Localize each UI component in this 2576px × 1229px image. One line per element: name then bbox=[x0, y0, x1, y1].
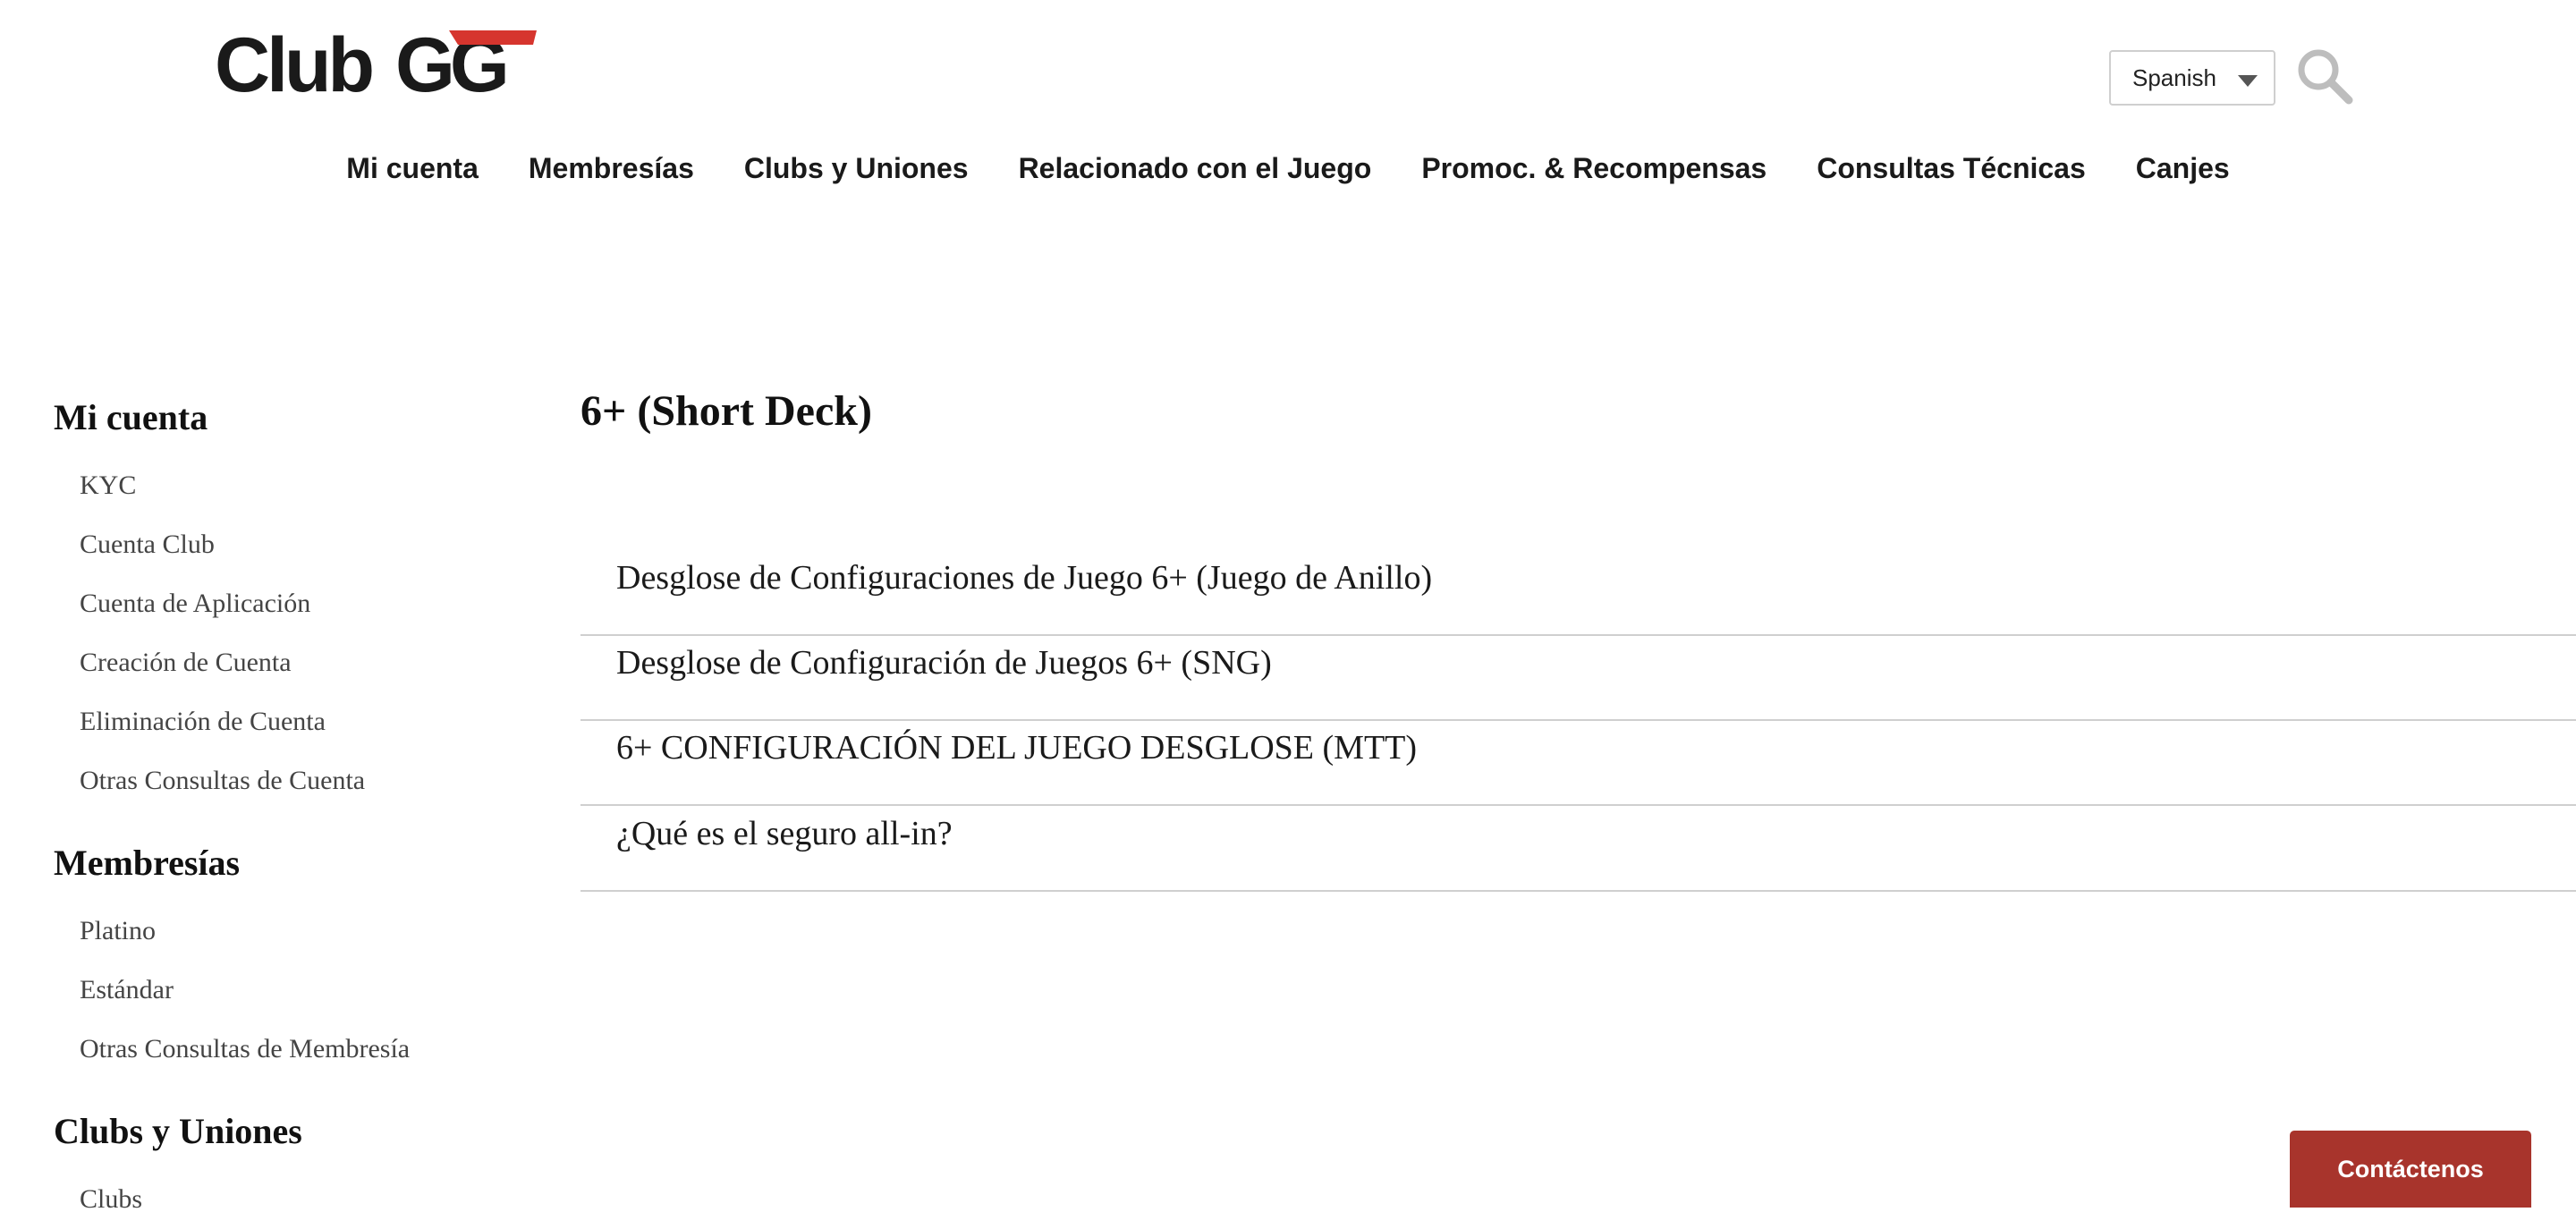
sidebar-section-title[interactable]: Clubs y Uniones bbox=[54, 1104, 519, 1159]
nav-item-clubs-y-uniones[interactable]: Clubs y Uniones bbox=[744, 148, 969, 188]
sidebar-item-kyc[interactable]: KYC bbox=[54, 456, 519, 515]
nav-item-canjes[interactable]: Canjes bbox=[2136, 148, 2230, 188]
sidebar-item-platino[interactable]: Platino bbox=[54, 902, 519, 961]
sidebar-section-title[interactable]: Membresías bbox=[54, 835, 519, 891]
nav-item-consultas-tecnicas[interactable]: Consultas Técnicas bbox=[1817, 148, 2086, 188]
nav-item-relacionado-con-el-juego[interactable]: Relacionado con el Juego bbox=[1019, 148, 1372, 188]
sidebar-item-estandar[interactable]: Estándar bbox=[54, 961, 519, 1020]
sidebar-item-cuenta-aplicacion[interactable]: Cuenta de Aplicación bbox=[54, 574, 519, 633]
clubgg-logo[interactable]: Club GG bbox=[215, 25, 542, 102]
contact-button[interactable]: Contáctenos bbox=[2290, 1131, 2531, 1208]
nav-item-mi-cuenta[interactable]: Mi cuenta bbox=[346, 148, 479, 188]
sidebar-item-eliminacion-cuenta[interactable]: Eliminación de Cuenta bbox=[54, 692, 519, 751]
article-link[interactable]: Desglose de Configuración de Juegos 6+ (… bbox=[580, 636, 2576, 721]
main-content: 6+ (Short Deck) Desglose de Configuracio… bbox=[580, 381, 2576, 892]
language-select-value: Spanish bbox=[2132, 64, 2216, 91]
article-link[interactable]: ¿Qué es el seguro all-in? bbox=[580, 807, 2576, 892]
main-nav: Mi cuenta Membresías Clubs y Uniones Rel… bbox=[0, 148, 2576, 188]
sidebar-item-cuenta-club[interactable]: Cuenta Club bbox=[54, 515, 519, 574]
sidebar-item-otras-consultas-membresia[interactable]: Otras Consultas de Membresía bbox=[54, 1020, 519, 1079]
search-icon[interactable] bbox=[2295, 47, 2354, 106]
sidebar: Mi cuenta KYC Cuenta Club Cuenta de Apli… bbox=[54, 390, 519, 1229]
page-title: 6+ (Short Deck) bbox=[580, 387, 872, 435]
sidebar-item-creacion-cuenta[interactable]: Creación de Cuenta bbox=[54, 633, 519, 692]
svg-text:Club: Club bbox=[215, 25, 372, 102]
nav-item-promociones[interactable]: Promoc. & Recompensas bbox=[1421, 148, 1767, 188]
article-link[interactable]: Desglose de Configuraciones de Juego 6+ … bbox=[580, 551, 2576, 636]
sidebar-item-clubs[interactable]: Clubs bbox=[54, 1170, 519, 1229]
language-select[interactable]: Spanish bbox=[2109, 50, 2275, 106]
nav-item-membresias[interactable]: Membresías bbox=[529, 148, 694, 188]
sidebar-section-title[interactable]: Mi cuenta bbox=[54, 390, 519, 445]
chevron-down-icon bbox=[2238, 75, 2258, 87]
sidebar-item-otras-consultas-cuenta[interactable]: Otras Consultas de Cuenta bbox=[54, 751, 519, 810]
article-link[interactable]: 6+ CONFIGURACIÓN DEL JUEGO DESGLOSE (MTT… bbox=[580, 721, 2576, 806]
